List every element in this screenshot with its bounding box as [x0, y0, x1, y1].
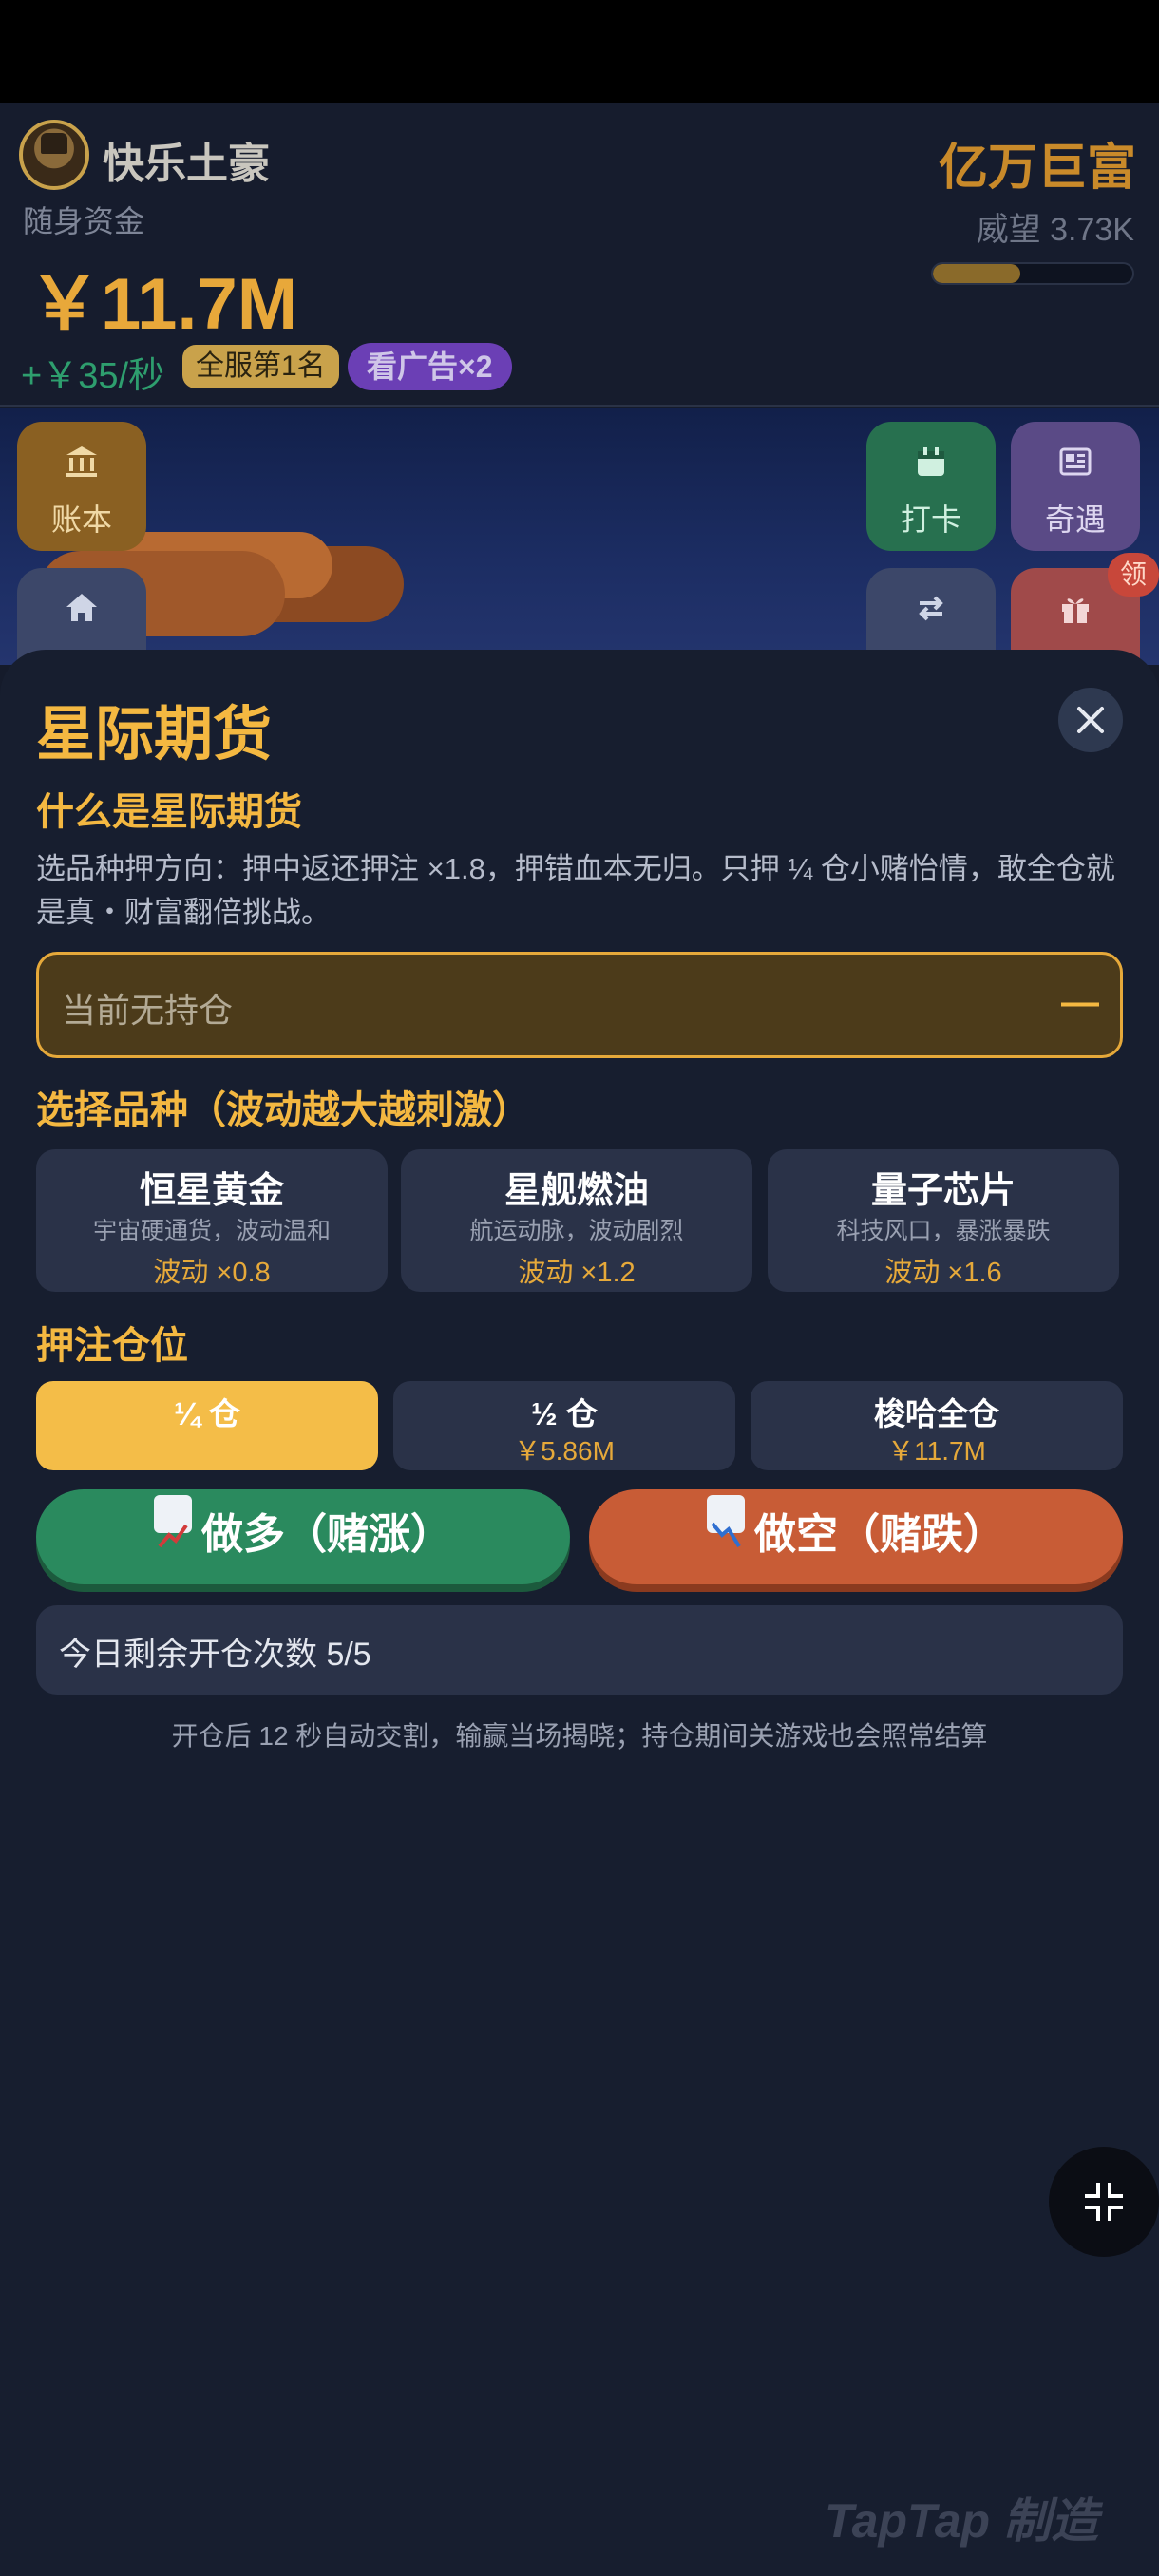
prestige-progress-bar — [931, 262, 1134, 285]
product-card-chip[interactable]: 量子芯片 科技风口，暴涨暴跌 波动 ×1.6 — [768, 1149, 1119, 1292]
product-card-fuel[interactable]: 星舰燃油 航运动脉，波动剧烈 波动 ×1.2 — [401, 1149, 752, 1292]
product-volatility: 波动 ×0.8 — [153, 1258, 271, 1288]
product-volatility: 波动 ×1.6 — [884, 1258, 1002, 1288]
product-name: 星舰燃油 — [504, 1171, 649, 1211]
size-heading: 押注仓位 — [36, 1325, 188, 1367]
calendar-icon — [866, 443, 996, 489]
newspaper-icon — [1011, 443, 1140, 489]
prestige-value: 威望 3.73K — [976, 212, 1134, 248]
prestige-progress-fill — [933, 264, 1021, 283]
product-desc: 航运动脉，波动剧烈 — [469, 1218, 684, 1244]
checkin-button[interactable]: 打卡 — [866, 422, 996, 551]
remaining-opens-text: 今日剩余开仓次数 5/5 — [59, 1637, 371, 1673]
position-panel[interactable]: 当前无持仓 — — [36, 952, 1123, 1058]
taptap-watermark: TapTap 制造 — [825, 2494, 1098, 2548]
size-name: 梭哈全仓 — [874, 1396, 999, 1431]
funds-value: ￥11.7M — [28, 264, 298, 345]
go-long-label: 做多（赌涨） — [201, 1511, 452, 1558]
product-volatility: 波动 ×1.2 — [518, 1258, 636, 1288]
wealth-title: 亿万巨富 — [938, 141, 1136, 196]
size-half-button[interactable]: ½ 仓 ￥5.86M — [393, 1381, 735, 1470]
close-button[interactable] — [1058, 688, 1123, 752]
size-quarter-button[interactable]: ¼ 仓 — [36, 1381, 378, 1470]
go-short-button[interactable]: 做空（赌跌） — [589, 1489, 1123, 1584]
status-bar — [0, 0, 1159, 103]
watch-ad-button[interactable]: 看广告×2 — [348, 343, 512, 390]
claim-badge[interactable]: 领 — [1108, 553, 1159, 597]
close-icon — [1077, 707, 1104, 733]
game-scene: 账本 打卡 奇遇 领 — [0, 408, 1159, 665]
size-amount: ￥11.7M — [887, 1436, 986, 1466]
product-name: 恒星黄金 — [139, 1171, 284, 1211]
rank-badge: 全服第1名 — [182, 345, 339, 388]
size-all-in-button[interactable]: 梭哈全仓 ￥11.7M — [750, 1381, 1123, 1470]
player-name: 快乐土豪 — [103, 141, 270, 187]
settlement-footnote: 开仓后 12 秒自动交割，输赢当场揭晓；持仓期间关游戏也会照常结算 — [171, 1721, 988, 1751]
sheet-title: 星际期货 — [36, 702, 273, 767]
swap-icon — [866, 589, 996, 635]
event-label: 奇遇 — [1044, 502, 1106, 537]
chart-down-icon — [707, 1495, 745, 1548]
home-icon — [17, 589, 146, 635]
products-heading: 选择品种（波动越大越刺激） — [36, 1089, 530, 1131]
bank-icon — [17, 443, 146, 489]
size-name: ½ 仓 — [531, 1396, 598, 1431]
go-short-label: 做空（赌跌） — [754, 1511, 1005, 1558]
ledger-button[interactable]: 账本 — [17, 422, 146, 551]
income-rate: +￥35/秒 — [21, 356, 165, 396]
remaining-opens: 今日剩余开仓次数 5/5 — [36, 1605, 1123, 1695]
gift-icon — [1011, 589, 1140, 635]
minimize-button[interactable] — [1049, 2147, 1159, 2257]
ledger-label: 账本 — [50, 502, 112, 537]
product-name: 量子芯片 — [870, 1171, 1016, 1211]
product-desc: 科技风口，暴涨暴跌 — [836, 1218, 1051, 1244]
go-long-button[interactable]: 做多（赌涨） — [36, 1489, 570, 1584]
event-button[interactable]: 奇遇 — [1011, 422, 1140, 551]
position-status: 当前无持仓 — [62, 991, 234, 1030]
checkin-label: 打卡 — [900, 502, 961, 537]
product-card-gold[interactable]: 恒星黄金 宇宙硬通货，波动温和 波动 ×0.8 — [36, 1149, 388, 1292]
description: 选品种押方向：押中返还押注 ×1.8，押错血本无归。只押 ¼ 仓小赌怡情，敢全仓… — [36, 852, 1115, 929]
funds-label: 随身资金 — [23, 204, 145, 238]
what-heading: 什么是星际期货 — [36, 791, 302, 833]
chart-up-icon — [154, 1495, 192, 1548]
product-desc: 宇宙硬通货，波动温和 — [92, 1218, 331, 1244]
collapse-indicator: — — [1061, 981, 1099, 1023]
minimize-icon — [1085, 2183, 1123, 2221]
size-amount: ￥5.86M — [514, 1436, 615, 1466]
player-header: 快乐土豪 随身资金 ￥11.7M +￥35/秒 全服第1名 看广告×2 亿万巨富… — [0, 103, 1159, 407]
size-name: ¼ 仓 — [174, 1396, 240, 1431]
futures-sheet: 星际期货 什么是星际期货 选品种押方向：押中返还押注 ×1.8，押错血本无归。只… — [0, 650, 1159, 2576]
avatar[interactable] — [19, 120, 89, 190]
